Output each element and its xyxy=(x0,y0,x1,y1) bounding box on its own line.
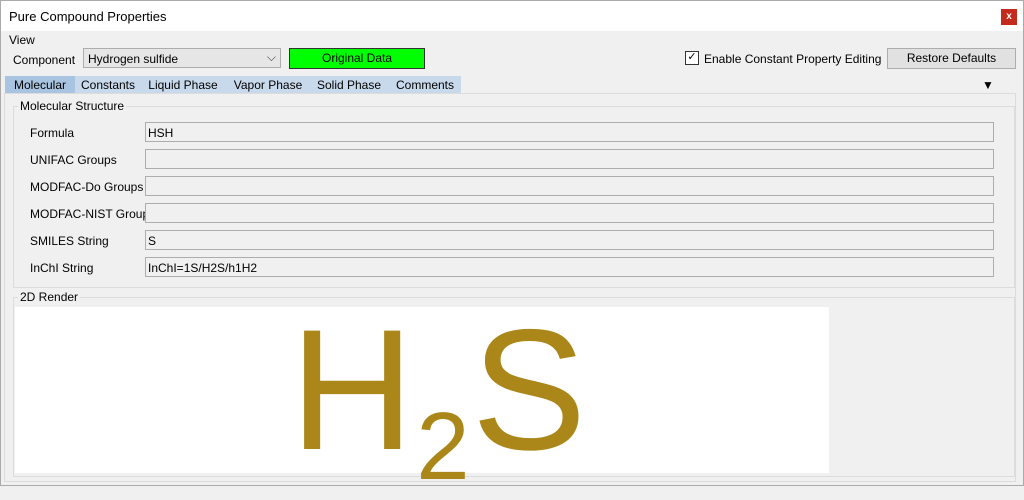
formula-field[interactable]: HSH xyxy=(145,122,994,142)
modfac-do-groups-field[interactable] xyxy=(145,176,994,196)
component-dropdown[interactable]: Hydrogen sulfide ⌵ xyxy=(83,48,281,68)
enable-editing-checkbox[interactable]: ✓ xyxy=(685,51,699,65)
unifac-groups-field[interactable] xyxy=(145,149,994,169)
tab-liquid-phase[interactable]: Liquid Phase xyxy=(143,76,223,94)
chevron-down-icon: ⌵ xyxy=(266,50,276,64)
tab-comments[interactable]: Comments xyxy=(389,76,461,94)
inchi-string-value: InChI=1S/H2S/h1H2 xyxy=(148,261,258,275)
molecular-structure-title: Molecular Structure xyxy=(18,99,127,113)
original-data-button[interactable]: Original Data xyxy=(289,48,425,69)
smiles-string-value: S xyxy=(148,234,157,248)
component-value: Hydrogen sulfide xyxy=(88,52,179,66)
formula-subscript: 2 xyxy=(416,393,470,500)
render-canvas: H2S xyxy=(15,304,829,500)
smiles-string-field[interactable]: S xyxy=(145,230,994,250)
inchi-string-label: InChI String xyxy=(30,261,94,275)
overflow-arrow-icon[interactable]: ▼ xyxy=(982,78,994,92)
view-menu-label[interactable]: View xyxy=(9,33,35,47)
window-title: Pure Compound Properties xyxy=(9,9,167,24)
formula-h: H xyxy=(290,294,415,486)
render-title: 2D Render xyxy=(18,290,81,304)
molecule-formula-render: H2S xyxy=(290,304,586,500)
modfac-nist-groups-label: MODFAC-NIST Groups xyxy=(30,207,156,221)
component-label: Component xyxy=(13,53,76,67)
tab-solid-phase[interactable]: Solid Phase xyxy=(311,76,387,94)
tab-molecular[interactable]: Molecular xyxy=(5,76,75,94)
title-bar: Pure Compound Properties x xyxy=(1,1,1023,31)
smiles-string-label: SMILES String xyxy=(30,234,109,248)
modfac-nist-groups-field[interactable] xyxy=(145,203,994,223)
formula-s: S xyxy=(471,294,587,486)
enable-editing-label: Enable Constant Property Editing xyxy=(704,52,882,66)
tab-vapor-phase[interactable]: Vapor Phase xyxy=(227,76,309,94)
tab-strip: Molecular Constants Liquid Phase Vapor P… xyxy=(5,76,461,94)
unifac-groups-label: UNIFAC Groups xyxy=(30,153,117,167)
formula-label: Formula xyxy=(30,126,75,140)
tab-constants[interactable]: Constants xyxy=(75,76,141,94)
modfac-do-groups-label: MODFAC-Do Groups xyxy=(30,180,144,194)
formula-value: HSH xyxy=(148,126,174,140)
inchi-string-field[interactable]: InChI=1S/H2S/h1H2 xyxy=(145,257,994,277)
restore-defaults-button[interactable]: Restore Defaults xyxy=(887,48,1016,69)
close-button[interactable]: x xyxy=(1001,9,1017,25)
